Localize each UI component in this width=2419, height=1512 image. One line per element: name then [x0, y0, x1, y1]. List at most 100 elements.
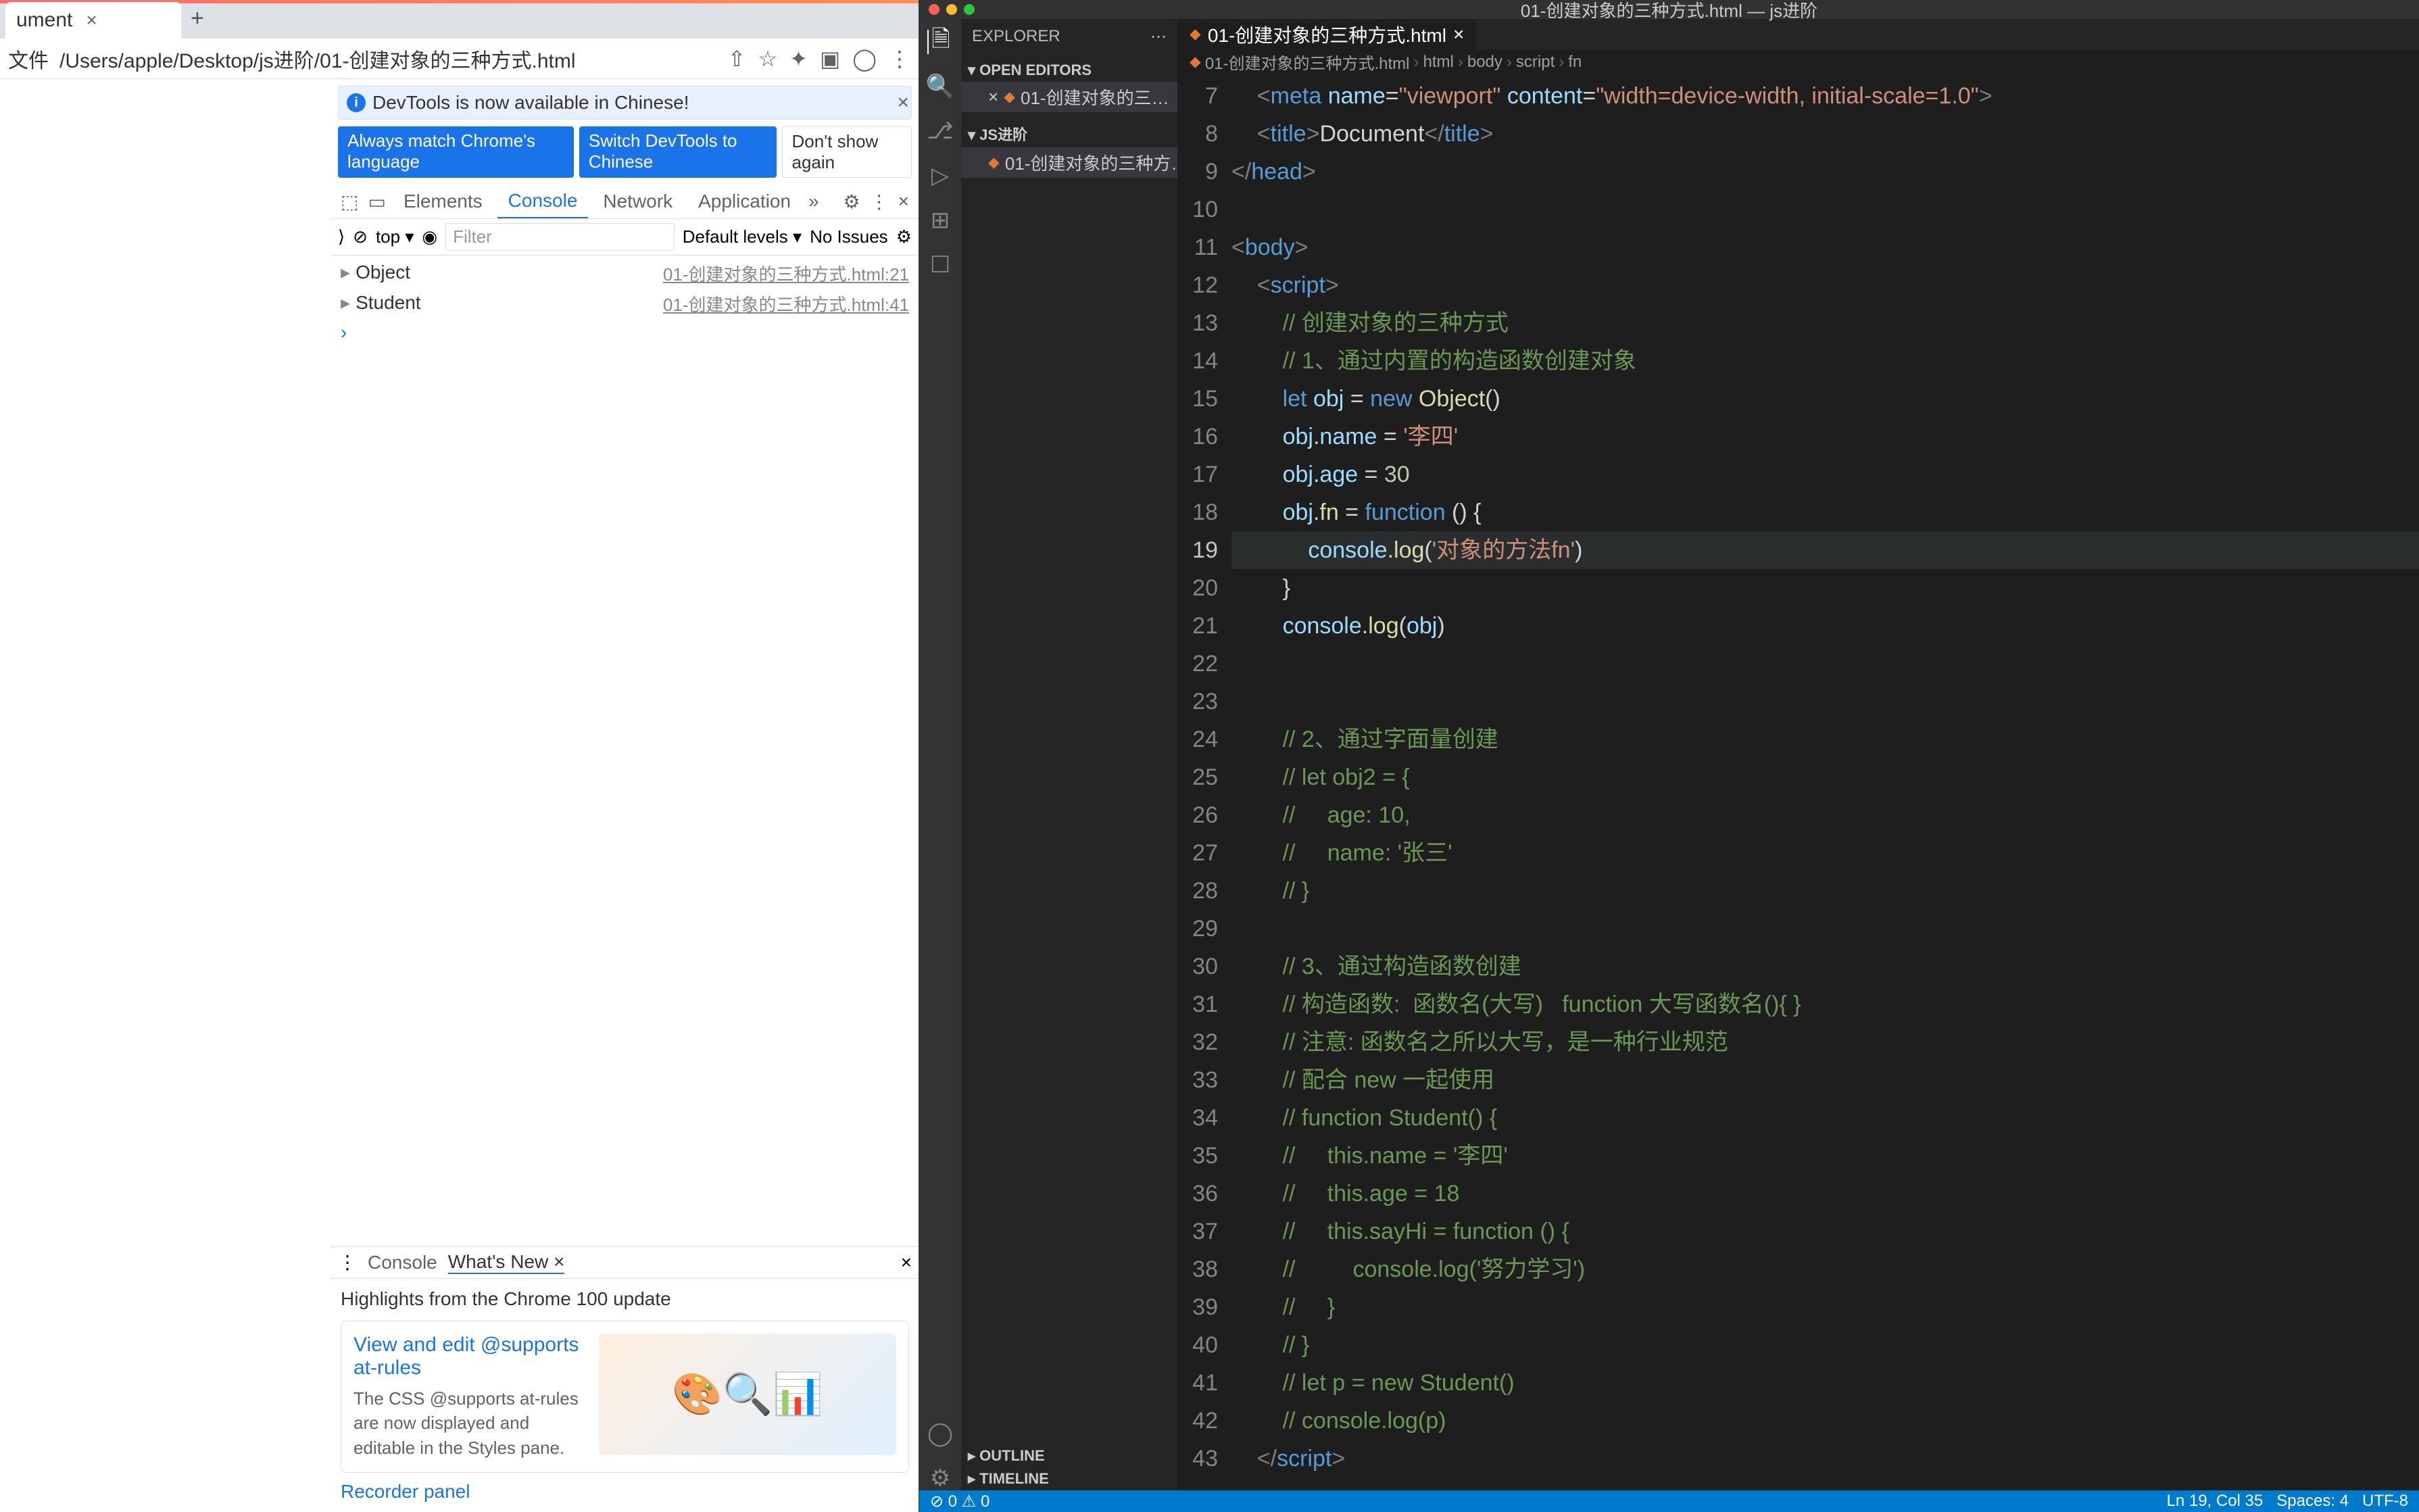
issues-badge[interactable]: No Issues — [810, 226, 888, 247]
whatsnew-content: Highlights from the Chrome 100 update Vi… — [331, 1279, 919, 1512]
devtools-panel: i DevTools is now available in Chinese! … — [331, 79, 919, 1512]
close-icon[interactable]: × — [988, 87, 998, 107]
search-icon[interactable]: 🔍 — [928, 74, 952, 99]
more-icon[interactable]: ⋯ — [1150, 27, 1167, 47]
console-source-link[interactable]: 01-创建对象的三种方式.html:21 — [663, 261, 909, 286]
line-gutter: 7891011121314151617181920212223242526272… — [1177, 74, 1231, 1490]
filter-input[interactable]: Filter — [445, 223, 675, 251]
vscode-window: 01-创建对象的三种方式.html — js进阶 🗎 🔍 ⎇ ▷ ⊞ ☐ ◯ ⚙… — [919, 0, 2419, 1512]
close-icon[interactable]: × — [901, 1252, 912, 1273]
context-select[interactable]: top ▾ — [376, 226, 414, 247]
console-prompt[interactable]: › — [331, 319, 919, 346]
timeline-section[interactable]: ▸ TIMELINE — [961, 1467, 1177, 1490]
console-output[interactable]: ▸Object 01-创建对象的三种方式.html:21 ▸Student 01… — [331, 255, 919, 1246]
breadcrumb[interactable]: ⬥ 01-创建对象的三种方式.html› html› body› script›… — [1177, 50, 2419, 74]
todo-icon[interactable]: ☐ — [928, 253, 952, 277]
tab-application[interactable]: Application — [687, 185, 802, 218]
drawer-tabs: ⋮ Console What's New × × — [331, 1247, 919, 1279]
drawer-tab-whatsnew[interactable]: What's New × — [448, 1251, 565, 1274]
window-title: 01-创建对象的三种方式.html — js进阶 — [1521, 0, 1817, 22]
profile-icon[interactable]: ◯ — [852, 46, 877, 72]
status-cursor[interactable]: Ln 19, Col 35 — [2166, 1492, 2263, 1511]
editor-tabs: ⬥ 01-创建对象的三种方式.html × — [1177, 19, 2419, 50]
gear-icon[interactable]: ⚙ — [896, 226, 912, 247]
eye-icon[interactable]: ◉ — [422, 226, 437, 247]
url-input[interactable]: /Users/apple/Desktop/js进阶/01-创建对象的三种方式.h… — [55, 40, 721, 78]
gear-icon[interactable]: ⚙ — [841, 188, 863, 216]
code-editor[interactable]: 7891011121314151617181920212223242526272… — [1177, 74, 2419, 1490]
console-toolbar: ⟩ ⊘ top ▾ ◉ Filter Default levels ▾ No I… — [331, 219, 919, 255]
address-bar: 文件 /Users/apple/Desktop/js进阶/01-创建对象的三种方… — [0, 39, 919, 79]
status-spaces[interactable]: Spaces: 4 — [2276, 1492, 2349, 1511]
gear-icon[interactable]: ⚙ — [928, 1466, 952, 1490]
vscode-titlebar: 01-创建对象的三种方式.html — js进阶 — [919, 0, 2419, 19]
menu-icon[interactable]: ⋮ — [889, 46, 910, 72]
tab-elements[interactable]: Elements — [393, 185, 493, 218]
more-tabs-icon[interactable]: » — [806, 188, 822, 215]
max-dot[interactable] — [964, 4, 975, 15]
device-icon[interactable]: ▭ — [365, 188, 388, 216]
highlights-heading: Highlights from the Chrome 100 update — [341, 1288, 909, 1310]
code-body[interactable]: <meta name="viewport" content="width=dev… — [1231, 74, 2419, 1490]
editor-area: ⬥ 01-创建对象的三种方式.html × ⬥ 01-创建对象的三种方式.htm… — [1177, 19, 2419, 1490]
status-encoding[interactable]: UTF-8 — [2362, 1492, 2408, 1511]
vscode-body: 🗎 🔍 ⎇ ▷ ⊞ ☐ ◯ ⚙ EXPLORER ⋯ ▾ OPEN EDITOR… — [919, 19, 2419, 1490]
tab-network[interactable]: Network — [592, 185, 683, 218]
console-object: Student — [356, 292, 421, 313]
explorer-header: EXPLORER ⋯ — [961, 19, 1177, 55]
debug-icon[interactable]: ▷ — [928, 164, 952, 188]
reading-icon[interactable]: ▣ — [820, 46, 840, 72]
levels-select[interactable]: Default levels ▾ — [683, 226, 802, 247]
card-desc: The CSS @supports at-rules are now displ… — [353, 1386, 585, 1460]
extension-icon[interactable]: ✦ — [789, 46, 808, 72]
feature-card[interactable]: View and edit @supports at-rules The CSS… — [341, 1321, 909, 1473]
star-icon[interactable]: ☆ — [758, 46, 777, 72]
switch-lang-button[interactable]: Switch DevTools to Chinese — [579, 126, 777, 178]
close-dot[interactable] — [929, 4, 939, 15]
editor-tab[interactable]: ⬥ 01-创建对象的三种方式.html × — [1177, 19, 1477, 50]
info-banner: i DevTools is now available in Chinese! … — [338, 86, 912, 120]
open-editor-item[interactable]: × ⬥ 01-创建对象的三… — [961, 82, 1177, 112]
kebab-icon[interactable]: ⋮ — [338, 1251, 357, 1273]
info-text: DevTools is now available in Chinese! — [372, 92, 689, 114]
file-tree-item[interactable]: ⬥ 01-创建对象的三种方… — [961, 147, 1177, 178]
status-errors[interactable]: ⊘ 0 ⚠ 0 — [930, 1492, 989, 1511]
tab-title: ument — [16, 9, 72, 32]
outline-section[interactable]: ▸ OUTLINE — [961, 1444, 1177, 1467]
close-icon[interactable]: × — [897, 91, 909, 114]
open-editors-section[interactable]: ▾ OPEN EDITORS × ⬥ 01-创建对象的三… — [961, 55, 1177, 116]
tab-console[interactable]: Console — [497, 185, 589, 218]
card-title: View and edit @supports at-rules — [353, 1334, 585, 1380]
dont-show-button[interactable]: Don't show again — [782, 126, 912, 178]
console-row[interactable]: ▸Object 01-创建对象的三种方式.html:21 — [331, 258, 919, 289]
addr-scheme: 文件 — [8, 44, 49, 74]
drawer-tab-console[interactable]: Console — [368, 1252, 437, 1273]
always-match-button[interactable]: Always match Chrome's language — [338, 126, 574, 178]
console-row[interactable]: ▸Student 01-创建对象的三种方式.html:41 — [331, 289, 919, 319]
close-icon[interactable]: × — [86, 9, 97, 31]
new-tab-button[interactable]: + — [181, 0, 214, 39]
traffic-lights — [929, 4, 975, 15]
addr-actions: ⇧ ☆ ✦ ▣ ◯ ⋮ — [728, 46, 910, 72]
close-icon[interactable]: × — [896, 188, 912, 215]
status-bar: ⊘ 0 ⚠ 0 Ln 19, Col 35 Spaces: 4 UTF-8 — [919, 1490, 2419, 1512]
browser-tab[interactable]: ument × — [5, 2, 181, 39]
inspect-icon[interactable]: ⬚ — [338, 188, 361, 216]
git-icon[interactable]: ⎇ — [928, 119, 952, 143]
clear-console-icon[interactable]: ⊘ — [353, 226, 368, 247]
drawer-panel: ⋮ Console What's New × × Highlights from… — [331, 1246, 919, 1512]
account-icon[interactable]: ◯ — [928, 1421, 952, 1446]
extensions-icon[interactable]: ⊞ — [928, 208, 952, 233]
min-dot[interactable] — [946, 4, 957, 15]
recorder-link[interactable]: Recorder panel — [341, 1481, 909, 1503]
share-icon[interactable]: ⇧ — [728, 46, 746, 72]
chrome-tab-bar: ument × + — [0, 3, 919, 39]
explorer-sidebar: EXPLORER ⋯ ▾ OPEN EDITORS × ⬥ 01-创建对象的三…… — [961, 19, 1177, 1490]
activity-bar: 🗎 🔍 ⎇ ▷ ⊞ ☐ ◯ ⚙ — [919, 19, 961, 1490]
folder-section[interactable]: ▾ JS进阶 ⬥ 01-创建对象的三种方… — [961, 116, 1177, 182]
console-source-link[interactable]: 01-创建对象的三种方式.html:41 — [663, 291, 909, 316]
close-icon[interactable]: × — [1453, 24, 1464, 45]
explorer-icon[interactable]: 🗎 — [927, 30, 952, 54]
console-prompt-icon[interactable]: ⟩ — [338, 226, 345, 247]
kebab-icon[interactable]: ⋮ — [867, 188, 891, 216]
